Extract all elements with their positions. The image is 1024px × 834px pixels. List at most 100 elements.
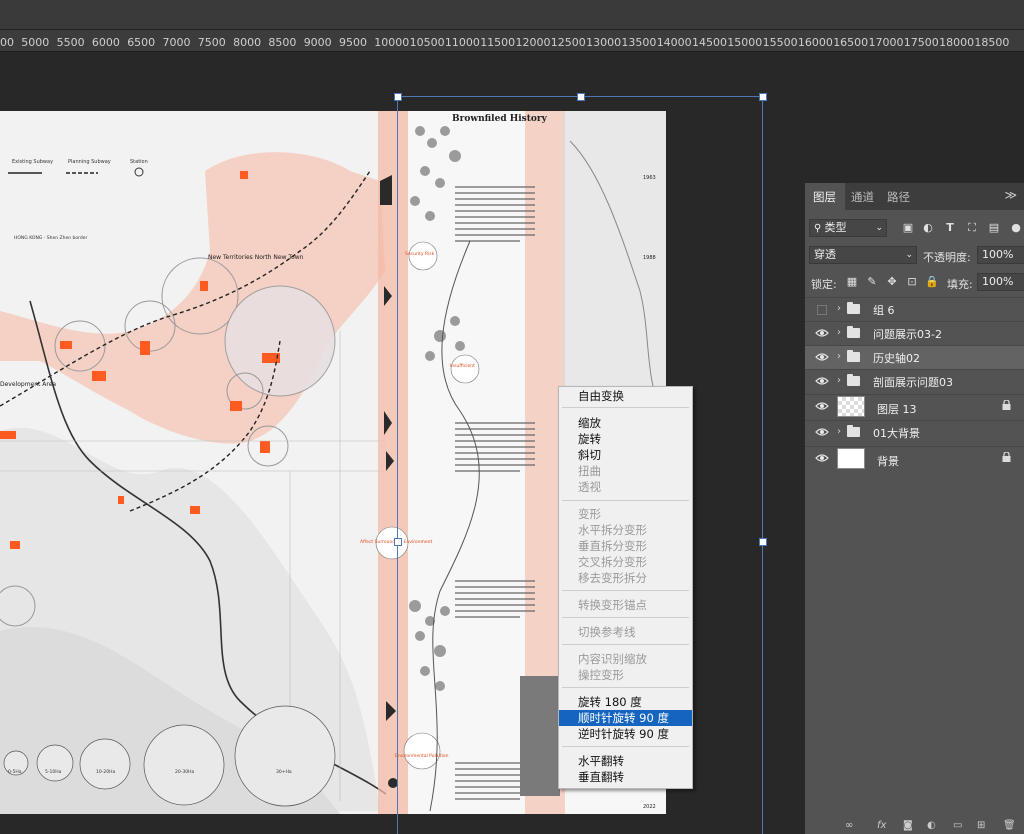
year-label: 2022: [643, 804, 656, 810]
opacity-field[interactable]: 100%: [977, 246, 1024, 264]
menu-item[interactable]: 旋转: [559, 431, 692, 447]
menu-item: 移去变形拆分: [578, 571, 647, 585]
layer-name: 背景: [877, 455, 899, 468]
opacity-label: 不透明度:: [923, 251, 971, 264]
tab-layers[interactable]: 图层: [813, 189, 836, 205]
chevron-right-icon[interactable]: ›: [837, 426, 841, 437]
legend-station: Station: [130, 159, 148, 165]
layer-row[interactable]: › 问题展示03-2: [805, 321, 1024, 345]
chevron-right-icon[interactable]: ›: [837, 303, 841, 314]
chevron-down-icon: ⌄: [875, 223, 883, 233]
menu-item[interactable]: 缩放: [559, 415, 692, 431]
filter-shape-icon[interactable]: ⛶: [965, 221, 979, 235]
filter-toggle-icon[interactable]: ●: [1009, 221, 1023, 235]
filter-type-icon[interactable]: T: [943, 221, 957, 235]
eye-icon[interactable]: [815, 453, 829, 463]
trash-icon[interactable]: 🗑: [1003, 820, 1016, 831]
new-layer-icon[interactable]: ⊞: [977, 820, 985, 831]
eye-icon[interactable]: [815, 401, 829, 411]
opacity-value: 100%: [982, 248, 1014, 261]
search-icon: ⚲: [814, 223, 825, 234]
menu-item[interactable]: 斜切: [559, 447, 692, 463]
link-icon[interactable]: ∞: [845, 820, 853, 831]
scale-label: 5-10Ha: [45, 769, 62, 775]
fill-label: 填充:: [947, 278, 973, 291]
menu-separator: [562, 644, 689, 645]
ruler-tick-label: 11500: [480, 36, 516, 49]
tab-channels[interactable]: 通道: [851, 189, 874, 205]
layer-name: 图层 13: [877, 403, 917, 416]
layer-row[interactable]: › 剖面展示问题03: [805, 369, 1024, 393]
chevron-right-icon[interactable]: ›: [837, 351, 841, 362]
ruler-tick-label: 7000: [162, 36, 191, 49]
ruler-tick-label: 13000: [586, 36, 622, 49]
year-label: 1988: [643, 255, 656, 261]
folder-icon: [847, 350, 860, 362]
filter-smart-object-icon[interactable]: ▤: [987, 221, 1001, 235]
panel-menu-icon[interactable]: ≫: [1004, 188, 1017, 202]
eye-icon[interactable]: [815, 427, 829, 437]
menu-item[interactable]: 垂直翻转: [559, 769, 692, 785]
menu-item[interactable]: 逆时针旋转 90 度: [559, 726, 692, 742]
ruler-tick-label: 8000: [233, 36, 262, 49]
scale-label: 10-20Ha: [96, 769, 115, 775]
scale-label: 0-5Ha: [8, 769, 22, 775]
mask-icon[interactable]: ◙: [903, 820, 913, 831]
layer-row[interactable]: › 组 6: [805, 297, 1024, 321]
filter-type-label: 类型: [824, 221, 847, 234]
ruler-tick-label: 9500: [339, 36, 367, 49]
layer-thumbnail: [837, 448, 865, 469]
lock-paint-icon[interactable]: ✎: [865, 275, 879, 289]
layers-panel: 图层 通道 路径 ≫ ⚲ 类型 ⌄ ▣ ◐ T ⛶ ▤ ● 穿透 ⌄ 不透明度: 1…: [804, 183, 1024, 834]
lock-all-icon[interactable]: 🔒: [925, 275, 939, 289]
visibility-toggle[interactable]: [817, 305, 827, 315]
legend-planning-subway: Planning Subway: [68, 159, 111, 165]
chevron-right-icon[interactable]: ›: [837, 375, 841, 386]
filter-type-select[interactable]: ⚲ 类型 ⌄: [809, 219, 887, 237]
layer-name: 历史轴02: [873, 352, 920, 365]
fill-field[interactable]: 100%: [977, 273, 1024, 291]
layer-row[interactable]: 图层 13: [805, 394, 1024, 420]
menu-item: 扭曲: [578, 464, 601, 478]
blend-mode-select[interactable]: 穿透 ⌄: [809, 246, 917, 264]
horizontal-ruler[interactable]: 5000 5000 5500 6000 6500 7000 7500 8000 8500 9000…: [0, 30, 1024, 52]
menu-item[interactable]: 顺时针旋转 90 度: [559, 710, 692, 726]
menu-item[interactable]: 自由变换: [559, 388, 692, 404]
menu-item[interactable]: 旋转 180 度: [559, 694, 692, 710]
layer-name: 01大背景: [873, 427, 920, 440]
fx-icon[interactable]: fx: [877, 820, 886, 831]
folder-icon: [847, 425, 860, 437]
layer-row[interactable]: › 历史轴02: [805, 345, 1024, 369]
filter-adjustment-icon[interactable]: ◐: [921, 221, 935, 235]
ruler-tick-label: 10000: [374, 36, 410, 49]
ruler-tick-label: 17000: [868, 36, 904, 49]
layer-row[interactable]: › 01大背景: [805, 420, 1024, 444]
lock-row: 锁定: ▦ ✎ ✥ ⊡ 🔒 填充: 100%: [805, 273, 1024, 295]
group-icon[interactable]: ▭: [953, 820, 962, 831]
ruler-tick-label: 9000: [303, 36, 332, 49]
layer-name: 剖面展示问题03: [873, 376, 953, 389]
adjustment-icon[interactable]: ◐: [927, 820, 936, 831]
lock-transparent-icon[interactable]: ▦: [845, 275, 859, 289]
lock-artboard-icon[interactable]: ⊡: [905, 275, 919, 289]
scale-label: 30+Ha: [276, 769, 292, 775]
chevron-right-icon[interactable]: ›: [837, 327, 841, 338]
chevron-down-icon: ⌄: [905, 250, 913, 260]
filter-pixel-icon[interactable]: ▣: [901, 221, 915, 235]
lock-position-icon[interactable]: ✥: [885, 275, 899, 289]
menu-item[interactable]: 水平翻转: [559, 753, 692, 769]
ruler-tick-label: 13500: [621, 36, 657, 49]
aerial-photo: [520, 676, 560, 796]
menu-item: 垂直拆分变形: [578, 539, 647, 553]
ruler-tick-label: 12500: [550, 36, 586, 49]
legend-existing-subway: Existing Subway: [12, 159, 53, 165]
tab-paths[interactable]: 路径: [887, 189, 910, 205]
photoshop-window: 5000 5000 5500 6000 6500 7000 7500 8000 8500 9000…: [0, 0, 1024, 834]
eye-icon[interactable]: [815, 376, 829, 386]
layer-row[interactable]: 背景: [805, 446, 1024, 472]
options-bar: [0, 0, 1024, 30]
eye-icon[interactable]: [815, 352, 829, 362]
eye-icon[interactable]: [815, 328, 829, 338]
menu-separator: [562, 590, 689, 591]
fill-value: 100%: [982, 275, 1014, 288]
